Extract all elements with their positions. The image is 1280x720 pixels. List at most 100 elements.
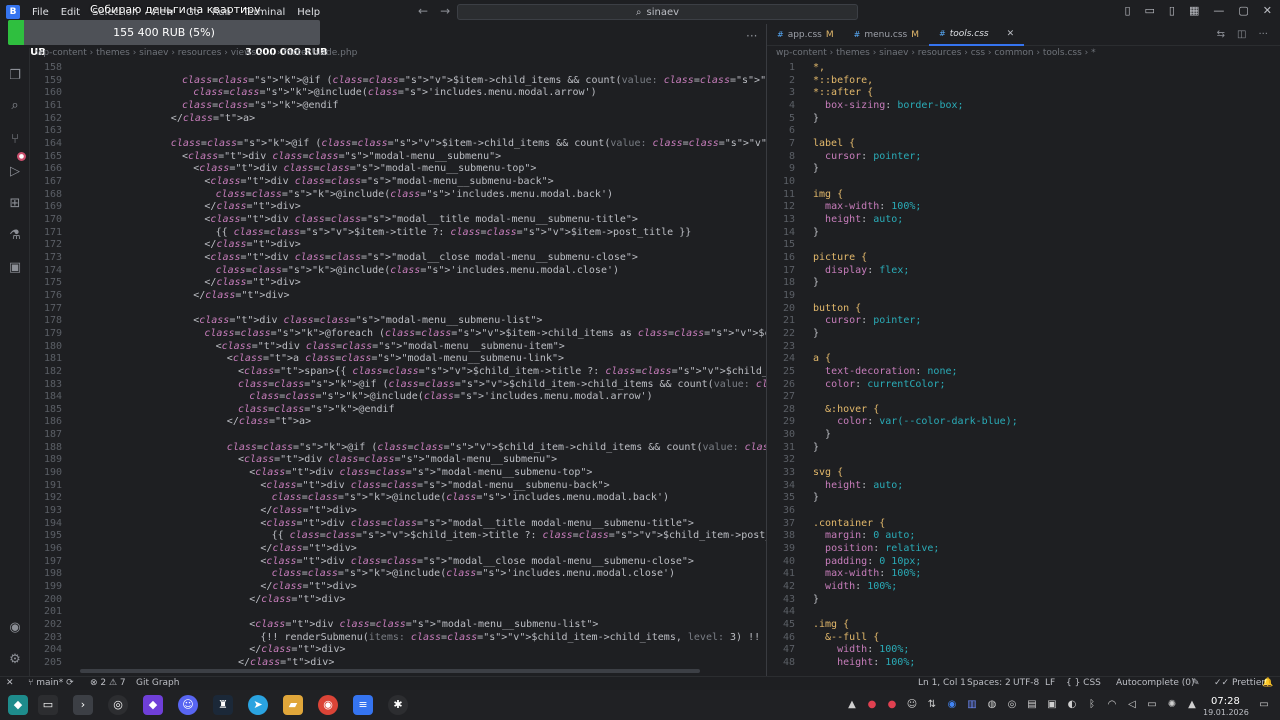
discord-icon[interactable]: ☺ [178, 695, 198, 715]
clock-time[interactable]: 07:28 [1211, 696, 1240, 707]
menu-file[interactable]: File [32, 7, 49, 18]
code-line[interactable]: 196 </class="t">div> [36, 543, 766, 556]
tray-steam-icon[interactable]: ◎ [1006, 699, 1018, 711]
code-line[interactable]: 48 height: 100%; [775, 657, 1280, 670]
code-line[interactable]: 13 height: auto; [775, 214, 1280, 227]
tray-vpn-icon[interactable]: ◍ [986, 699, 998, 711]
code-line[interactable]: 180 <class="t">div class=class="s">"modal… [36, 341, 766, 354]
code-line[interactable]: 163 [36, 125, 766, 138]
remote-explorer-icon[interactable]: ▣ [7, 260, 23, 276]
code-line[interactable]: 177 [36, 303, 766, 316]
code-line[interactable]: 164 class=class="s">"k">@if (class=class=… [36, 138, 766, 151]
feedback-icon[interactable]: ✎ [1192, 678, 1200, 688]
code-line[interactable]: 205 </class="t">div> [36, 657, 766, 670]
tray-chrome-icon[interactable]: ◉ [946, 699, 958, 711]
show-desktop-icon[interactable]: ▭ [1258, 699, 1270, 711]
code-line[interactable]: 200 </class="t">div> [36, 594, 766, 607]
obsidian-icon[interactable]: ◆ [143, 695, 163, 715]
code-line[interactable]: 161 class=class="s">"k">@endif [36, 100, 766, 113]
code-line[interactable]: 12 max-width: 100%; [775, 201, 1280, 214]
code-line[interactable]: 198 class=class="s">"k">@include(class="s… [36, 568, 766, 581]
close-window-icon[interactable]: ✕ [1263, 4, 1272, 17]
code-line[interactable]: 165 <class="t">div class=class="s">"modal… [36, 151, 766, 164]
code-line[interactable]: 178 <class="t">div class=class="s">"modal… [36, 315, 766, 328]
code-line[interactable]: 8 cursor: pointer; [775, 151, 1280, 164]
editor-right[interactable]: 1 *, 2 *::before, 3 *::after {4 box-sizing: b… [775, 62, 1280, 674]
terminal-icon[interactable]: › [73, 695, 93, 715]
code-line[interactable]: 31} [775, 442, 1280, 455]
code-line[interactable]: 193 </class="t">div> [36, 505, 766, 518]
tab-app-css[interactable]: # app.css M [767, 24, 844, 46]
code-line[interactable]: 195 {{ class=class="s">"v">$child_item->t… [36, 530, 766, 543]
tray-keyboard-icon[interactable]: ▥ [966, 699, 978, 711]
account-icon[interactable]: ◉ [7, 620, 23, 636]
minimize-icon[interactable]: — [1213, 4, 1224, 17]
code-line[interactable]: 21 cursor: pointer; [775, 315, 1280, 328]
code-line[interactable]: 30 } [775, 429, 1280, 442]
toggle-secondary-sidebar-icon[interactable]: ▯ [1169, 4, 1175, 17]
compare-changes-icon[interactable]: ⇆ [1217, 29, 1225, 40]
code-line[interactable]: 25 text-decoration: none; [775, 366, 1280, 379]
tab-menu-css[interactable]: # menu.css M [844, 24, 929, 46]
code-line[interactable]: 160 class=class="s">"k">@include(class="s… [36, 87, 766, 100]
code-line[interactable]: 41 max-width: 100%; [775, 568, 1280, 581]
code-line[interactable]: 204 </class="t">div> [36, 644, 766, 657]
tray-network-icon[interactable]: ⇅ [926, 699, 938, 711]
tray-brightness-icon[interactable]: ✺ [1166, 699, 1178, 711]
language-mode[interactable]: { } CSS [1066, 678, 1101, 688]
code-line[interactable]: 1 *, [775, 62, 1280, 75]
code-line[interactable]: 192 class=class="s">"k">@include(class="s… [36, 492, 766, 505]
code-line[interactable]: 158 [36, 62, 766, 75]
source-control-icon[interactable]: ⑂ [7, 132, 23, 148]
code-line[interactable]: 15 [775, 239, 1280, 252]
code-line[interactable]: 190 <class="t">div class=class="s">"modal… [36, 467, 766, 480]
code-line[interactable]: 162 </class="t">a> [36, 113, 766, 126]
branch-indicator[interactable]: ⑂ main* ⟳ [28, 678, 74, 688]
code-line[interactable]: 40 padding: 0 10px; [775, 556, 1280, 569]
indentation[interactable]: Spaces: 2 [967, 678, 1011, 688]
prettier-status[interactable]: ✓✓ Prettier [1214, 678, 1265, 688]
code-line[interactable]: 32 [775, 454, 1280, 467]
code-line[interactable]: 42 width: 100%; [775, 581, 1280, 594]
code-line[interactable]: 16 picture { [775, 252, 1280, 265]
code-line[interactable]: 189 <class="t">div class=class="s">"modal… [36, 454, 766, 467]
code-line[interactable]: 191 <class="t">div class=class="s">"modal… [36, 480, 766, 493]
spider-app-icon[interactable]: ✱ [388, 695, 408, 715]
autocomplete-status[interactable]: Autocomplete (0) [1116, 678, 1195, 688]
back-arrow-icon[interactable]: ← [418, 4, 428, 18]
code-line[interactable]: 11 img { [775, 189, 1280, 202]
toggle-panel-icon[interactable]: ▭ [1145, 4, 1155, 17]
more-actions-icon[interactable]: ··· [746, 29, 757, 43]
tray-record-icon[interactable]: ● [866, 699, 878, 711]
game-client-icon[interactable]: ♜ [213, 695, 233, 715]
code-line[interactable]: 179 class=class="s">"k">@foreach (class=c… [36, 328, 766, 341]
tray-discord-icon[interactable]: ☺ [906, 699, 918, 711]
code-line[interactable]: 24 a { [775, 353, 1280, 366]
code-line[interactable]: 183 class=class="s">"k">@if (class=class=… [36, 379, 766, 392]
code-line[interactable]: 43} [775, 594, 1280, 607]
settings-gear-icon[interactable]: ⚙ [7, 652, 23, 668]
line-ending[interactable]: LF [1045, 678, 1055, 688]
telegram-icon[interactable]: ➤ [248, 695, 268, 715]
code-line[interactable]: 27 [775, 391, 1280, 404]
code-line[interactable]: 172 </class="t">div> [36, 239, 766, 252]
code-line[interactable]: 169 </class="t">div> [36, 201, 766, 214]
code-line[interactable]: 6 [775, 125, 1280, 138]
code-line[interactable]: 37 .container { [775, 518, 1280, 531]
tray-updates-icon[interactable]: ▣ [1046, 699, 1058, 711]
breadcrumb[interactable]: wp-content › themes › sinaev › resources… [776, 48, 1096, 58]
code-line[interactable]: 188 class=class="s">"k">@if (class=class=… [36, 442, 766, 455]
tray-volume-icon[interactable]: ◁ [1126, 699, 1138, 711]
code-line[interactable]: 23 [775, 341, 1280, 354]
git-graph-button[interactable]: Git Graph [136, 678, 179, 688]
encoding[interactable]: UTF-8 [1013, 678, 1039, 688]
code-line[interactable]: 182 <class="t">span>{{ class=class="s">"v… [36, 366, 766, 379]
remote-icon[interactable]: ✕ [6, 678, 14, 688]
code-line[interactable]: 186 </class="t">a> [36, 416, 766, 429]
code-line[interactable]: 34 height: auto; [775, 480, 1280, 493]
forward-arrow-icon[interactable]: → [440, 4, 450, 18]
editor-split-divider[interactable] [766, 24, 767, 676]
breadcrumb[interactable]: wp-content › themes › sinaev › resources… [36, 48, 357, 58]
code-line[interactable]: 9} [775, 163, 1280, 176]
notifications-icon[interactable]: 🔔 [1262, 678, 1273, 688]
